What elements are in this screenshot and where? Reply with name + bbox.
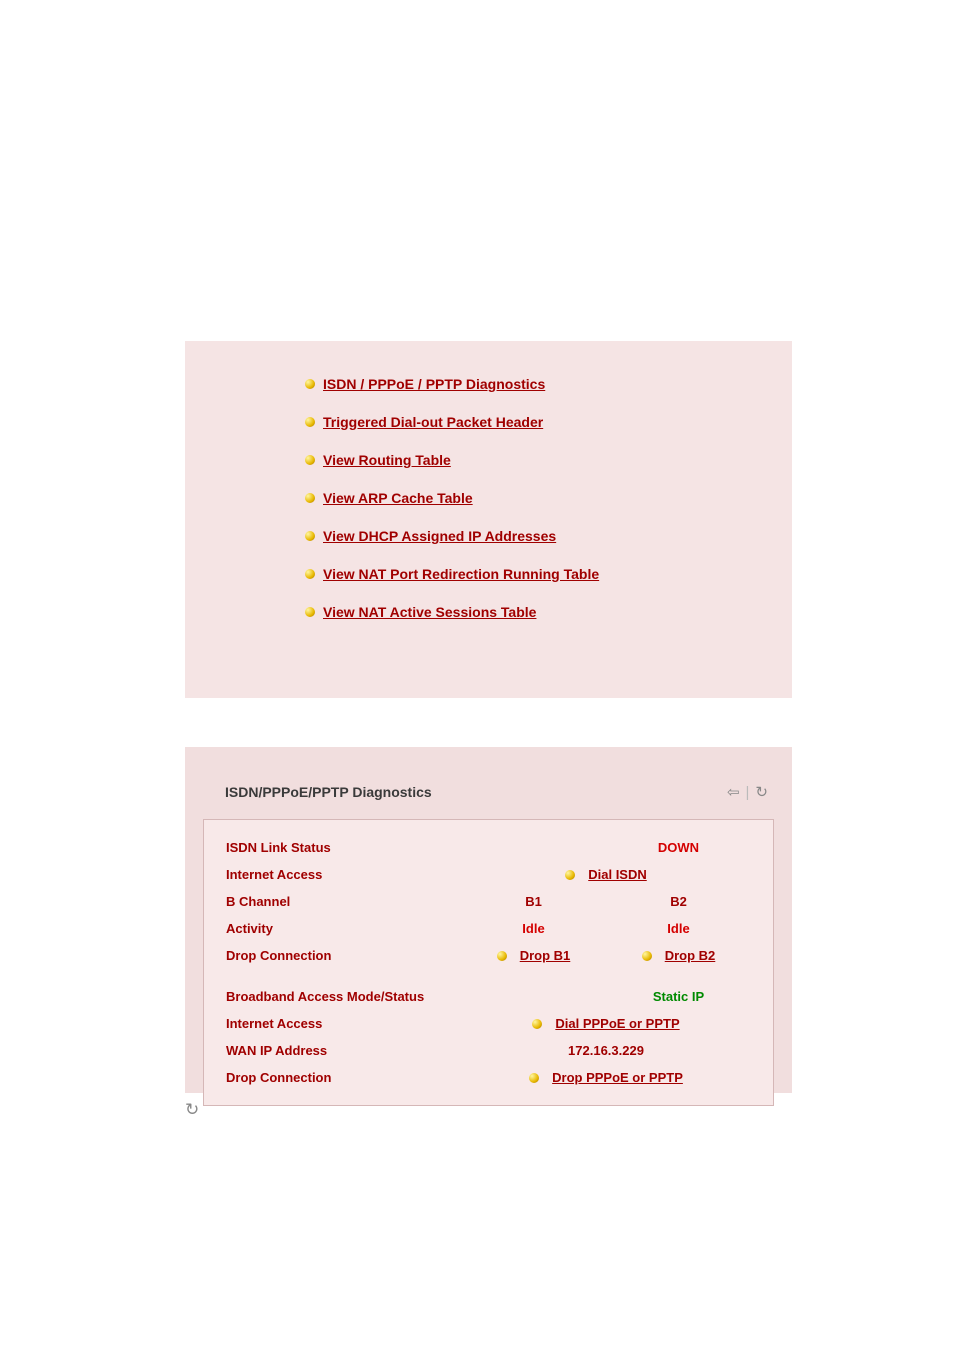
row-drop-connection: Drop Connection Drop B1 Drop B2 — [226, 942, 751, 969]
menu-item-nat-active-sessions[interactable]: View NAT Active Sessions Table — [305, 604, 792, 620]
drop-pppoe-link[interactable]: Drop PPPoE or PPTP — [552, 1070, 683, 1085]
menu-link-label: Triggered Dial-out Packet Header — [323, 414, 543, 430]
menu-item-dhcp-assigned[interactable]: View DHCP Assigned IP Addresses — [305, 528, 792, 544]
label: B Channel — [226, 894, 461, 909]
activity-b1: Idle — [461, 921, 606, 936]
menu-link-label: View NAT Port Redirection Running Table — [323, 566, 599, 582]
bullet-icon — [642, 951, 652, 961]
wan-ip-value: 172.16.3.229 — [461, 1043, 751, 1058]
row-activity: Activity Idle Idle — [226, 915, 751, 942]
menu-item-triggered-dialout[interactable]: Triggered Dial-out Packet Header — [305, 414, 792, 430]
row-broadband-internet-access: Internet Access Dial PPPoE or PPTP — [226, 1010, 751, 1037]
label: Drop Connection — [226, 1070, 461, 1085]
panel-header: ISDN/PPPoE/PPTP Diagnostics ⇦ | ↻ — [185, 747, 792, 819]
bullet-icon — [305, 455, 315, 465]
label: Drop Connection — [226, 948, 461, 963]
diagnostics-panel: ISDN/PPPoE/PPTP Diagnostics ⇦ | ↻ ISDN L… — [185, 747, 792, 1093]
label: WAN IP Address — [226, 1043, 461, 1058]
label: Internet Access — [226, 1016, 461, 1031]
bullet-icon — [305, 379, 315, 389]
row-broadband-drop: Drop Connection Drop PPPoE or PPTP — [226, 1064, 751, 1091]
isdn-link-status-value: DOWN — [606, 840, 751, 855]
drop-b1-link[interactable]: Drop B1 — [520, 948, 571, 963]
page-title: ISDN/PPPoE/PPTP Diagnostics — [225, 784, 432, 800]
menu-link-label: View NAT Active Sessions Table — [323, 604, 536, 620]
broadband-mode-value: Static IP — [606, 989, 751, 1004]
b2-header: B2 — [606, 894, 751, 909]
row-isdn-link-status: ISDN Link Status DOWN — [226, 834, 751, 861]
label: Activity — [226, 921, 461, 936]
bullet-icon — [305, 569, 315, 579]
divider-icon: | — [746, 784, 750, 801]
b1-header: B1 — [461, 894, 606, 909]
drop-b2-link[interactable]: Drop B2 — [665, 948, 716, 963]
nav-icons: ⇦ | ↻ — [727, 783, 768, 801]
back-icon[interactable]: ⇦ — [727, 783, 740, 801]
menu-link-label: ISDN / PPPoE / PPTP Diagnostics — [323, 376, 545, 392]
menu-item-routing-table[interactable]: View Routing Table — [305, 452, 792, 468]
label: Broadband Access Mode/Status — [226, 989, 461, 1004]
dial-isdn-link[interactable]: Dial ISDN — [588, 867, 647, 882]
row-b-channel: B Channel B1 B2 — [226, 888, 751, 915]
refresh-icon[interactable]: ↻ — [755, 783, 768, 801]
label: Internet Access — [226, 867, 461, 882]
activity-b2: Idle — [606, 921, 751, 936]
menu-link-label: View DHCP Assigned IP Addresses — [323, 528, 556, 544]
diagnostics-box: ISDN Link Status DOWN Internet Access Di… — [203, 819, 774, 1106]
bullet-icon — [529, 1073, 539, 1083]
bullet-icon — [497, 951, 507, 961]
menu-link-label: View Routing Table — [323, 452, 451, 468]
bullet-icon — [305, 531, 315, 541]
menu-item-nat-port-redir[interactable]: View NAT Port Redirection Running Table — [305, 566, 792, 582]
bullet-icon — [532, 1019, 542, 1029]
row-broadband-mode: Broadband Access Mode/Status Static IP — [226, 983, 751, 1010]
row-isdn-internet-access: Internet Access Dial ISDN — [226, 861, 751, 888]
dial-pppoe-link[interactable]: Dial PPPoE or PPTP — [555, 1016, 679, 1031]
bullet-icon — [305, 607, 315, 617]
menu-link-label: View ARP Cache Table — [323, 490, 473, 506]
bullet-icon — [305, 493, 315, 503]
row-wan-ip: WAN IP Address 172.16.3.229 — [226, 1037, 751, 1064]
menu-item-isdn-pppoe-pptp[interactable]: ISDN / PPPoE / PPTP Diagnostics — [305, 376, 792, 392]
refresh-icon[interactable]: ↻ — [185, 1100, 199, 1120]
menu-list: ISDN / PPPoE / PPTP Diagnostics Triggere… — [305, 376, 792, 620]
menu-item-arp-cache[interactable]: View ARP Cache Table — [305, 490, 792, 506]
label: ISDN Link Status — [226, 840, 461, 855]
diagnostic-menu-panel: ISDN / PPPoE / PPTP Diagnostics Triggere… — [185, 341, 792, 698]
bullet-icon — [565, 870, 575, 880]
bullet-icon — [305, 417, 315, 427]
